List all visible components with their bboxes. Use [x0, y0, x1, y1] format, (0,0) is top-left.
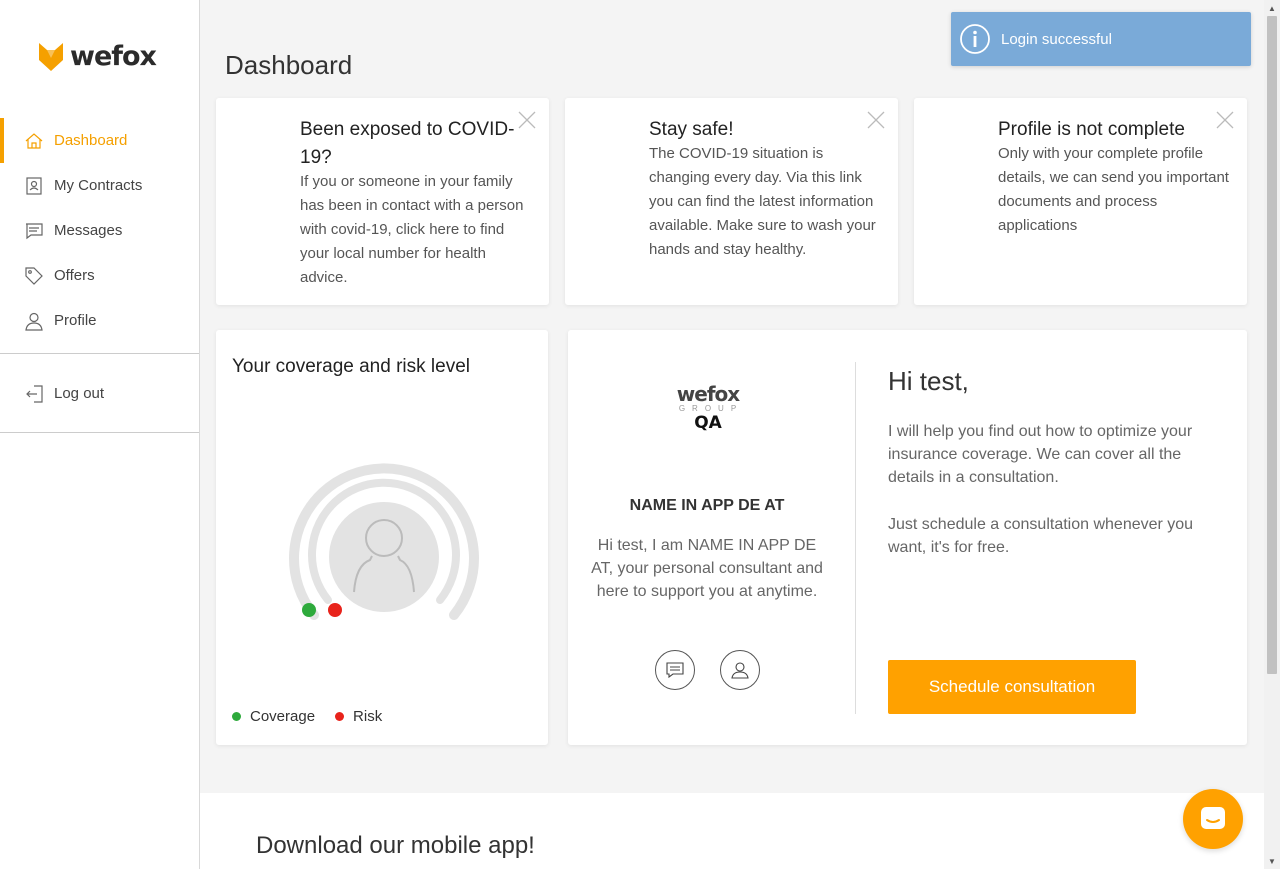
sidebar-item-label: Messages	[54, 222, 123, 239]
logo-group-text: GROUP	[678, 404, 744, 413]
scroll-up-arrow[interactable]: ▲	[1264, 0, 1280, 16]
profile-incomplete-card[interactable]: Profile is not complete Only with your c…	[914, 98, 1247, 305]
user-icon	[731, 662, 749, 679]
message-icon	[666, 662, 684, 679]
sidebar-divider	[0, 432, 199, 433]
toast-message: Login successful	[1001, 30, 1112, 48]
chat-icon	[1201, 807, 1225, 829]
sidebar-item-messages[interactable]: Messages	[0, 208, 199, 253]
close-icon[interactable]	[517, 110, 537, 130]
consultant-profile-button[interactable]	[720, 650, 760, 690]
risk-legend-dot	[335, 712, 345, 721]
coverage-legend-label: Coverage	[250, 708, 316, 725]
card-title: Stay safe!	[649, 119, 734, 140]
card-title: Been exposed to COVID-19?	[300, 119, 515, 168]
user-icon	[24, 311, 44, 331]
sidebar-item-dashboard[interactable]: Dashboard	[0, 118, 199, 163]
coverage-gauge	[289, 463, 479, 620]
sidebar-item-label: Dashboard	[54, 132, 128, 149]
card-divider	[855, 362, 856, 714]
risk-legend-label: Risk	[353, 708, 383, 725]
home-icon	[24, 131, 44, 151]
schedule-consultation-button[interactable]: Schedule consultation	[888, 660, 1136, 714]
logout-icon	[24, 384, 44, 404]
consultant-paragraph: Just schedule a consultation whenever yo…	[888, 516, 1194, 556]
sidebar-divider	[0, 353, 199, 354]
scroll-down-arrow[interactable]: ▼	[1264, 853, 1280, 869]
sidebar-item-my-contracts[interactable]: My Contracts	[0, 163, 199, 208]
tag-icon	[24, 266, 44, 286]
close-icon[interactable]	[1215, 110, 1235, 130]
brand-name: wefox	[70, 40, 157, 72]
card-body: Only with your complete profile details,…	[998, 145, 1229, 234]
page-title: Dashboard	[225, 50, 353, 80]
wefox-group-qa-logo: wefox GROUP QA	[666, 382, 750, 433]
logo-qa-text: QA	[694, 413, 722, 433]
scroll-thumb[interactable]	[1267, 16, 1277, 674]
sidebar: wefox Dashboard My Contracts Messages Of…	[0, 0, 200, 869]
download-app-section: Download our mobile app!	[200, 793, 1264, 869]
card-body: The COVID-19 situation is changing every…	[649, 145, 876, 258]
messages-icon	[24, 221, 44, 241]
sidebar-item-label: Offers	[54, 267, 95, 284]
page-scrollbar[interactable]: ▲ ▼	[1264, 0, 1280, 869]
sidebar-item-label: My Contracts	[54, 177, 143, 194]
close-icon[interactable]	[866, 110, 886, 130]
logout-label: Log out	[54, 385, 105, 402]
coverage-title: Your coverage and risk level	[232, 356, 470, 377]
contract-icon	[24, 176, 44, 196]
download-title: Download our mobile app!	[256, 832, 535, 859]
sidebar-item-offers[interactable]: Offers	[0, 253, 199, 298]
sidebar-item-label: Profile	[54, 312, 97, 329]
sidebar-nav: Dashboard My Contracts Messages Offers P…	[0, 118, 199, 343]
consultant-name: NAME IN APP DE AT	[629, 497, 785, 514]
logout-button[interactable]: Log out	[0, 371, 199, 416]
wefox-logo[interactable]: wefox	[38, 40, 157, 72]
covid-exposure-card[interactable]: Been exposed to COVID-19? If you or some…	[216, 98, 549, 305]
consultant-card: wefox GROUP QA NAME IN APP DE AT Hi test…	[568, 330, 1247, 745]
stay-safe-card[interactable]: Stay safe! The COVID-19 situation is cha…	[565, 98, 898, 305]
card-title: Profile is not complete	[998, 119, 1185, 140]
logo-wefox-text: wefox	[676, 382, 740, 406]
info-icon	[960, 24, 990, 54]
message-consultant-button[interactable]	[655, 650, 695, 690]
login-toast[interactable]: Login successful	[951, 12, 1251, 66]
greeting: Hi test,	[888, 366, 969, 396]
sidebar-item-profile[interactable]: Profile	[0, 298, 199, 343]
coverage-legend: Coverage Risk	[232, 708, 382, 725]
coverage-dot	[302, 603, 316, 617]
consultant-paragraph: I will help you find out how to optimize…	[888, 423, 1193, 486]
fox-logo-icon	[39, 43, 63, 71]
chat-launcher-button[interactable]	[1183, 789, 1243, 849]
risk-dot	[328, 603, 342, 617]
coverage-legend-dot	[232, 712, 241, 721]
card-body: If you or someone in your family has bee…	[300, 173, 524, 286]
consultant-description: Hi test, I am NAME IN APP DE AT, your pe…	[591, 537, 823, 600]
coverage-card: Your coverage and risk level Coverage Ri…	[216, 330, 548, 745]
